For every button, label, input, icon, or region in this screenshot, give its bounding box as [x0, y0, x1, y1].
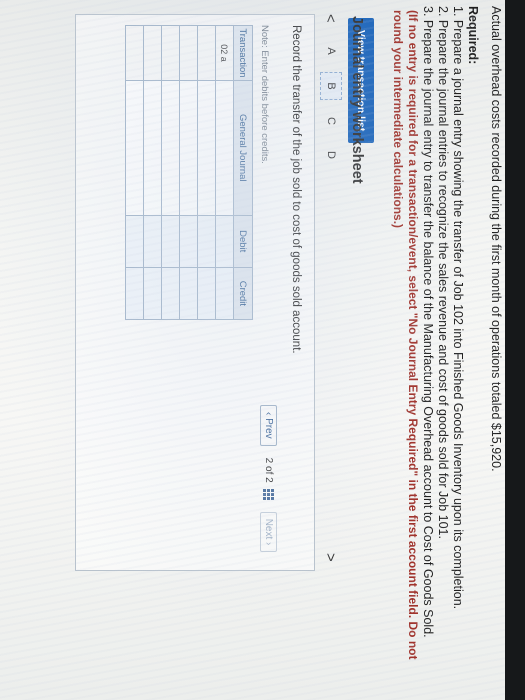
debit-field[interactable]	[161, 215, 180, 268]
required-item-2: 2. Prepare the journal entries to recogn…	[436, 6, 450, 539]
transaction-cell: 02 a	[215, 25, 234, 81]
content: Actual overhead costs recorded during th…	[348, 2, 505, 692]
account-field[interactable]	[179, 80, 198, 216]
required-title: Required:	[466, 6, 480, 65]
required-item-1: 1. Prepare a journal entry showing the t…	[451, 6, 465, 610]
instruction-text: (If no entry is required for a transacti…	[391, 10, 420, 660]
tab-c[interactable]: C	[321, 108, 341, 134]
account-field[interactable]	[161, 80, 180, 216]
credit-field[interactable]	[125, 267, 144, 320]
record-instruction: Record the transfer of the job sold to c…	[290, 25, 302, 354]
header-transaction: Transaction	[233, 25, 253, 81]
next-button[interactable]: Next ›	[260, 511, 277, 553]
account-field[interactable]	[197, 80, 216, 216]
prev-label: Prev	[263, 418, 274, 439]
total-pages: 2	[263, 477, 274, 483]
header-credit: Credit	[233, 267, 253, 320]
prev-button[interactable]: ‹ Prev	[260, 405, 277, 446]
debit-field[interactable]	[215, 215, 234, 268]
table-row	[125, 25, 144, 320]
required-item-3: 3. Prepare the journal entry to transfer…	[421, 6, 435, 638]
pagination: ‹ Prev 2 of 2 Next ›	[260, 405, 277, 553]
debit-field[interactable]	[143, 215, 162, 268]
header-general-journal: General Journal	[233, 80, 253, 216]
debit-field[interactable]	[197, 215, 216, 268]
journal-entry-worksheet: Journal entry worksheet < A B C D > Reco…	[75, 14, 365, 584]
account-field[interactable]	[125, 80, 144, 216]
worksheet-nav: < A B C D >	[319, 14, 343, 569]
next-label: Next	[263, 518, 274, 540]
credit-field[interactable]	[179, 267, 198, 320]
tab-d[interactable]: D	[321, 142, 341, 168]
worksheet-title: Journal entry worksheet	[349, 16, 365, 184]
debit-field[interactable]	[125, 215, 144, 268]
credit-field[interactable]	[143, 267, 162, 320]
transaction-cell	[161, 25, 180, 81]
credit-field[interactable]	[161, 267, 180, 320]
page-indicator: 2 of 2	[263, 458, 274, 483]
debit-field[interactable]	[179, 215, 198, 268]
tab-a[interactable]: A	[321, 38, 341, 64]
grid-icon[interactable]	[263, 488, 274, 500]
chevron-left-icon[interactable]: <	[323, 14, 340, 30]
journal-table: Transaction General Journal Debit Credit…	[125, 25, 253, 320]
transaction-cell	[179, 25, 198, 81]
header-debit: Debit	[233, 215, 253, 268]
account-field[interactable]	[215, 80, 234, 216]
table-row	[161, 25, 180, 320]
tab-b[interactable]: B	[320, 72, 342, 100]
table-row	[197, 25, 216, 320]
entry-panel: Record the transfer of the job sold to c…	[75, 14, 315, 571]
chevron-right-icon[interactable]: >	[323, 553, 340, 569]
of-label: of	[263, 466, 274, 475]
current-page: 2	[263, 457, 274, 464]
intro-text: Actual overhead costs recorded during th…	[489, 6, 503, 472]
account-field[interactable]	[143, 80, 162, 216]
credit-field[interactable]	[215, 267, 234, 320]
credit-field[interactable]	[197, 267, 216, 320]
table-row: 02 a	[215, 25, 234, 320]
transaction-cell	[143, 25, 162, 81]
transaction-cell	[125, 25, 144, 81]
table-row	[179, 25, 198, 320]
table-row	[143, 25, 162, 320]
screen: Actual overhead costs recorded during th…	[0, 0, 505, 700]
transaction-cell	[197, 25, 216, 81]
